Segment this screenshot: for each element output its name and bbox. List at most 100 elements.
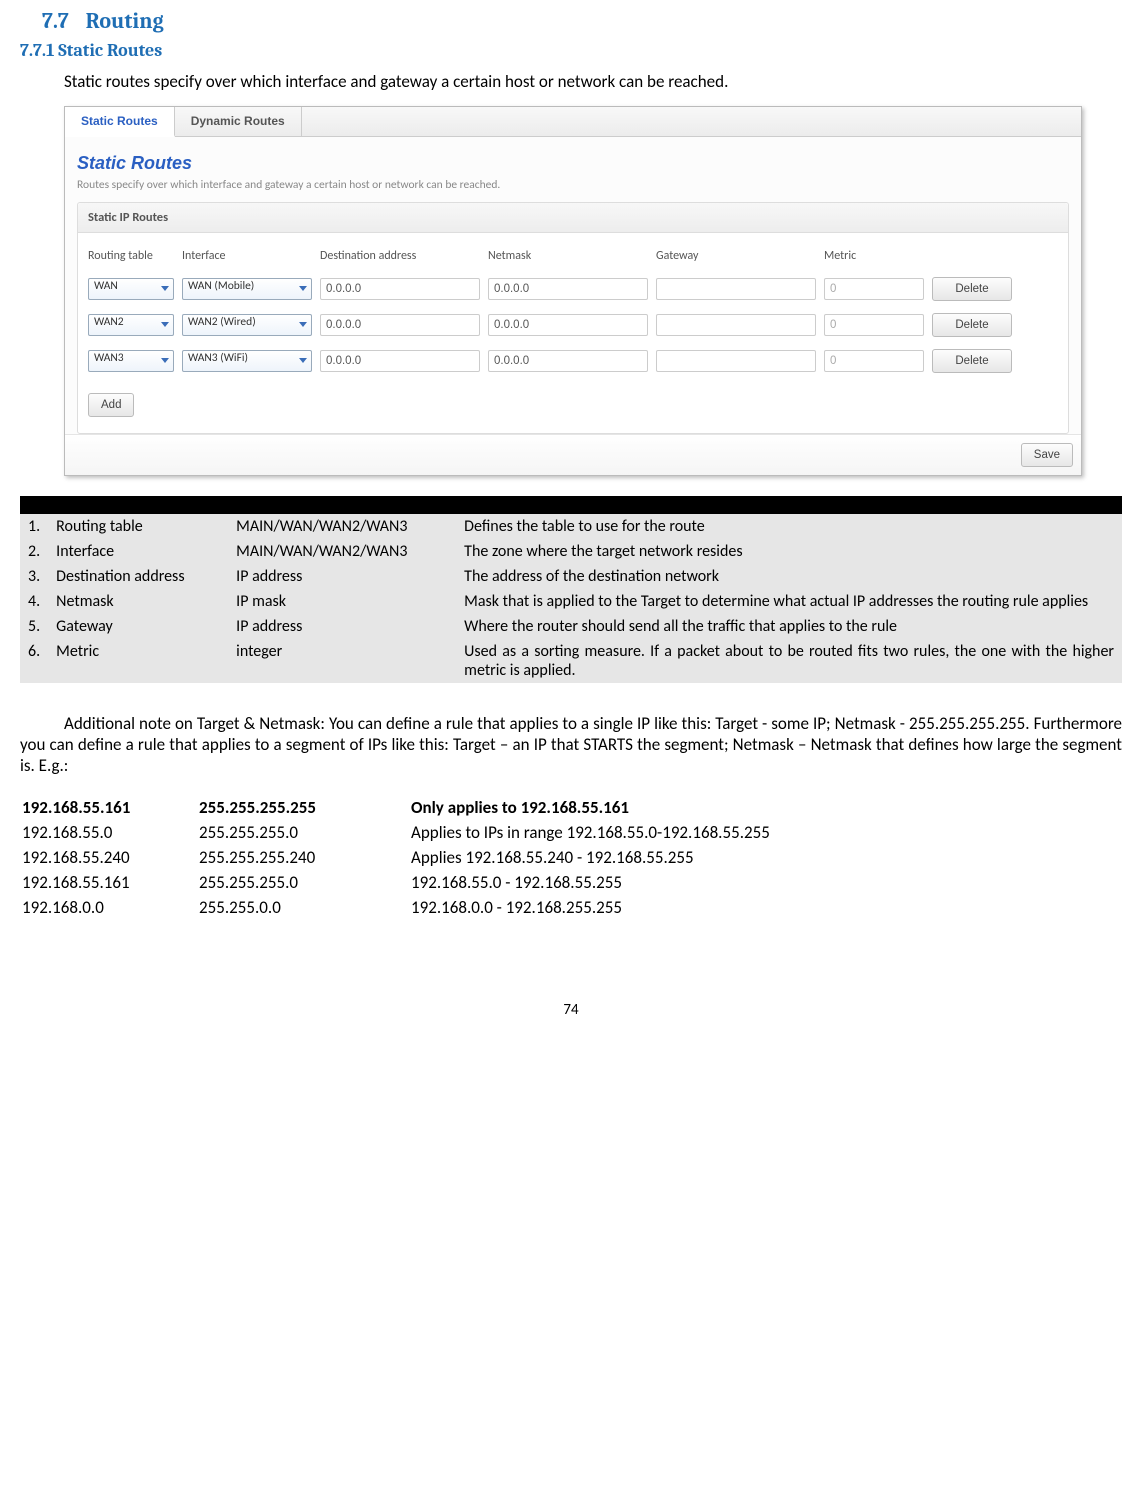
example-ip: 192.168.0.0 xyxy=(22,896,197,919)
netmask-input[interactable] xyxy=(488,278,648,300)
tab-bar: Static Routes Dynamic Routes xyxy=(65,107,1081,137)
example-mask: 255.255.0.0 xyxy=(199,896,409,919)
screenshot-desc: Routes specify over which interface and … xyxy=(77,178,1069,192)
delete-button[interactable]: Delete xyxy=(932,349,1012,373)
metric-input[interactable] xyxy=(824,278,924,300)
ref-field: Destination address xyxy=(48,564,228,589)
table-row: 4.NetmaskIP maskMask that is applied to … xyxy=(20,589,1122,614)
example-row: 192.168.55.161255.255.255.0192.168.55.0 … xyxy=(22,871,770,894)
heading-1-text: Routing xyxy=(86,8,164,34)
add-button[interactable]: Add xyxy=(88,393,134,417)
heading-1-number: 7.7 xyxy=(42,8,69,34)
route-header-row: Routing table Interface Destination addr… xyxy=(78,233,1068,271)
route-row: WAN2 WAN2 (Wired) Delete xyxy=(78,307,1068,343)
screenshot-panel: Static Routes Dynamic Routes Static Rout… xyxy=(64,106,1082,476)
ref-explanation: Where the router should send all the tra… xyxy=(456,614,1122,639)
example-desc: 192.168.55.0 - 192.168.55.255 xyxy=(411,871,770,894)
table-row: 2.InterfaceMAIN/WAN/WAN2/WAN3The zone wh… xyxy=(20,539,1122,564)
ref-num: 4. xyxy=(20,589,48,614)
route-row: WAN3 WAN3 (WiFi) Delete xyxy=(78,343,1068,379)
ref-num: 1. xyxy=(20,514,48,539)
fieldset-legend: Static IP Routes xyxy=(78,203,1068,233)
example-mask: 255.255.255.240 xyxy=(199,846,409,869)
tab-static-routes[interactable]: Static Routes xyxy=(65,107,175,137)
heading-1: 7.7 Routing xyxy=(42,8,1122,34)
gateway-input[interactable] xyxy=(656,314,816,336)
ref-sample: IP address xyxy=(228,614,456,639)
ref-num: 5. xyxy=(20,614,48,639)
example-row: 192.168.0.0255.255.0.0192.168.0.0 - 192.… xyxy=(22,896,770,919)
example-row: 192.168.55.240255.255.255.240Applies 192… xyxy=(22,846,770,869)
table-row: 3.Destination addressIP addressThe addre… xyxy=(20,564,1122,589)
ref-explanation: Used as a sorting measure. If a packet a… xyxy=(456,639,1122,683)
col-routing-table: Routing table xyxy=(88,249,174,263)
col-netmask: Netmask xyxy=(488,249,648,263)
ref-num: 3. xyxy=(20,564,48,589)
ref-sample: MAIN/WAN/WAN2/WAN3 xyxy=(228,514,456,539)
ref-field: Netmask xyxy=(48,589,228,614)
additional-note: Additional note on Target & Netmask: You… xyxy=(20,713,1122,776)
routing-table-select[interactable]: WAN3 xyxy=(88,350,174,372)
ref-explanation: Mask that is applied to the Target to de… xyxy=(456,589,1122,614)
example-desc: Applies 192.168.55.240 - 192.168.55.255 xyxy=(411,846,770,869)
screenshot-title: Static Routes xyxy=(77,153,1069,174)
gateway-input[interactable] xyxy=(656,350,816,372)
examples-table: 192.168.55.161255.255.255.255Only applie… xyxy=(20,794,772,921)
metric-input[interactable] xyxy=(824,314,924,336)
static-ip-routes-fieldset: Static IP Routes Routing table Interface… xyxy=(77,202,1069,434)
interface-select[interactable]: WAN2 (Wired) xyxy=(182,314,312,336)
routing-table-select[interactable]: WAN2 xyxy=(88,314,174,336)
col-gateway: Gateway xyxy=(656,249,816,263)
route-row: WAN WAN (Mobile) Delete xyxy=(78,271,1068,307)
ref-num: 2. xyxy=(20,539,48,564)
table-row: 5.GatewayIP addressWhere the router shou… xyxy=(20,614,1122,639)
example-desc: 192.168.0.0 - 192.168.255.255 xyxy=(411,896,770,919)
example-ip: 192.168.55.240 xyxy=(22,846,197,869)
ref-field: Routing table xyxy=(48,514,228,539)
interface-select[interactable]: WAN3 (WiFi) xyxy=(182,350,312,372)
ref-explanation: The address of the destination network xyxy=(456,564,1122,589)
example-ip: 192.168.55.0 xyxy=(22,821,197,844)
ref-field: Gateway xyxy=(48,614,228,639)
routing-table-select[interactable]: WAN xyxy=(88,278,174,300)
ref-explanation: Defines the table to use for the route xyxy=(456,514,1122,539)
ref-sample: MAIN/WAN/WAN2/WAN3 xyxy=(228,539,456,564)
delete-button[interactable]: Delete xyxy=(932,277,1012,301)
example-mask: 255.255.255.0 xyxy=(199,871,409,894)
gateway-input[interactable] xyxy=(656,278,816,300)
example-ip: 192.168.55.161 xyxy=(22,796,197,819)
ref-explanation: The zone where the target network reside… xyxy=(456,539,1122,564)
ref-num: 6. xyxy=(20,639,48,683)
example-desc: Only applies to 192.168.55.161 xyxy=(411,796,770,819)
metric-input[interactable] xyxy=(824,350,924,372)
ref-field: Interface xyxy=(48,539,228,564)
table-row: 1.Routing tableMAIN/WAN/WAN2/WAN3Defines… xyxy=(20,514,1122,539)
col-interface: Interface xyxy=(182,249,312,263)
ref-field: Metric xyxy=(48,639,228,683)
example-mask: 255.255.255.255 xyxy=(199,796,409,819)
example-row: 192.168.55.161255.255.255.255Only applie… xyxy=(22,796,770,819)
reference-table: 1.Routing tableMAIN/WAN/WAN2/WAN3Defines… xyxy=(20,496,1122,683)
example-ip: 192.168.55.161 xyxy=(22,871,197,894)
netmask-input[interactable] xyxy=(488,350,648,372)
tab-dynamic-routes[interactable]: Dynamic Routes xyxy=(175,107,302,136)
destination-input[interactable] xyxy=(320,350,480,372)
example-mask: 255.255.255.0 xyxy=(199,821,409,844)
table-row: 6.MetricintegerUsed as a sorting measure… xyxy=(20,639,1122,683)
interface-select[interactable]: WAN (Mobile) xyxy=(182,278,312,300)
col-destination: Destination address xyxy=(320,249,480,263)
ref-sample: integer xyxy=(228,639,456,683)
save-button[interactable]: Save xyxy=(1021,443,1073,467)
ref-sample: IP mask xyxy=(228,589,456,614)
heading-2: 7.7.1 Static Routes xyxy=(20,40,1122,61)
destination-input[interactable] xyxy=(320,314,480,336)
destination-input[interactable] xyxy=(320,278,480,300)
netmask-input[interactable] xyxy=(488,314,648,336)
intro-paragraph: Static routes specify over which interfa… xyxy=(64,71,1122,92)
example-desc: Applies to IPs in range 192.168.55.0-192… xyxy=(411,821,770,844)
example-row: 192.168.55.0255.255.255.0Applies to IPs … xyxy=(22,821,770,844)
ref-sample: IP address xyxy=(228,564,456,589)
col-metric: Metric xyxy=(824,249,924,263)
delete-button[interactable]: Delete xyxy=(932,313,1012,337)
page-number: 74 xyxy=(20,1001,1122,1039)
